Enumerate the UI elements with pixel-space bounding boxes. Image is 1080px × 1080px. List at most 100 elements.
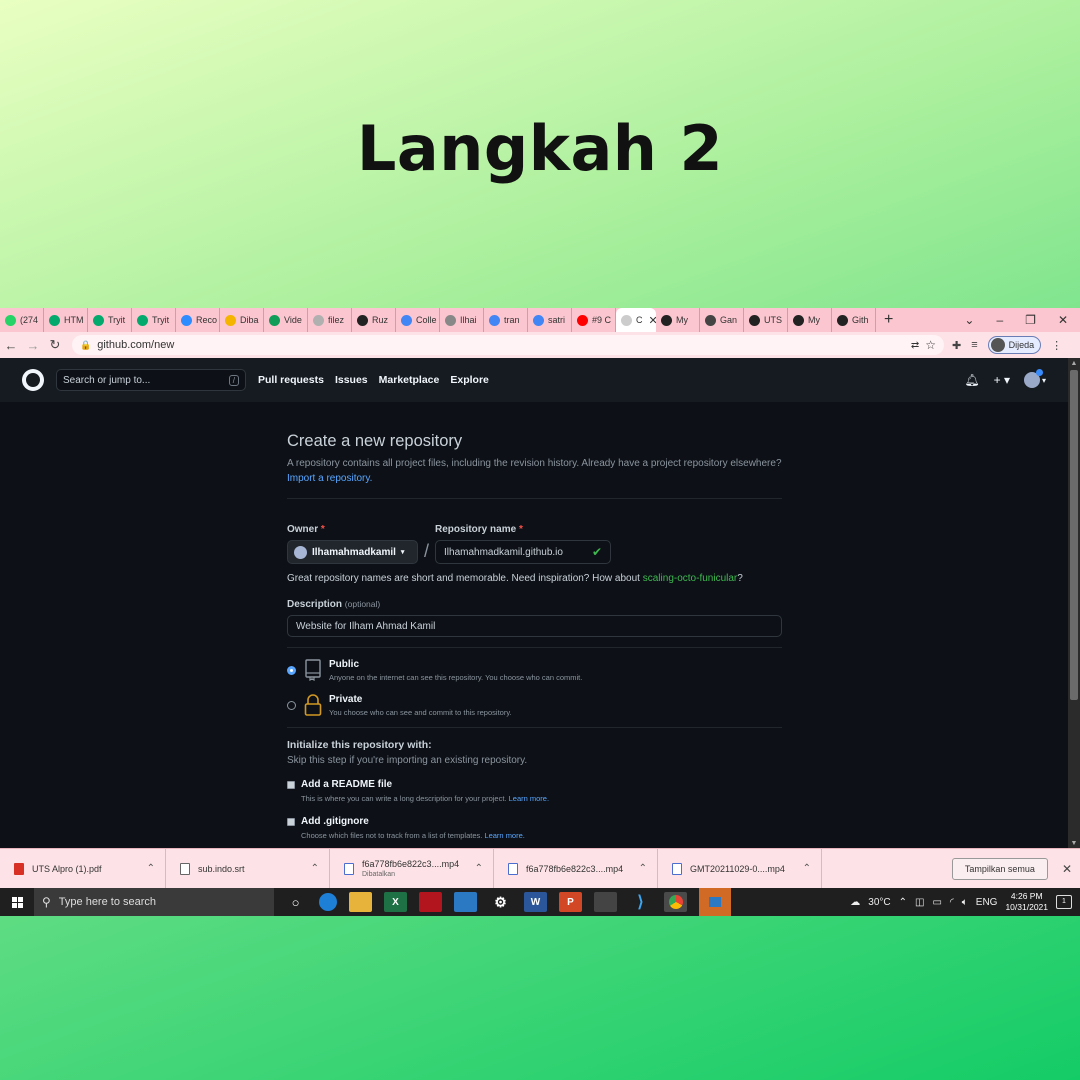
back-icon[interactable]: ← xyxy=(0,338,22,353)
chrome-icon[interactable] xyxy=(664,892,687,912)
wifi-icon[interactable]: ◜ xyxy=(950,897,954,908)
browser-tab[interactable]: (274 xyxy=(0,308,44,332)
private-radio[interactable] xyxy=(287,701,296,710)
browser-tab[interactable]: Ilhai xyxy=(440,308,484,332)
app-icon[interactable] xyxy=(594,892,617,912)
nav-marketplace[interactable]: Marketplace xyxy=(379,374,440,386)
browser-tab[interactable]: Colle xyxy=(396,308,440,332)
weather-icon[interactable]: ☁ xyxy=(850,897,860,908)
browser-tab[interactable]: My xyxy=(656,308,700,332)
word-icon[interactable]: W xyxy=(524,892,547,912)
weather-text[interactable]: 30°C xyxy=(868,897,890,908)
browser-tab[interactable]: filez xyxy=(308,308,352,332)
task-view-icon[interactable]: ○ xyxy=(284,892,307,912)
visibility-public-option[interactable]: Public Anyone on the internet can see th… xyxy=(287,659,782,682)
edge-icon[interactable] xyxy=(319,893,337,911)
chevron-up-icon[interactable]: ⌃ xyxy=(311,863,319,874)
owner-select[interactable]: Ilhamahmadkamil ▾ xyxy=(287,540,418,564)
download-item[interactable]: sub.indo.srt ⌃ xyxy=(166,848,330,889)
readme-learn-more-link[interactable]: Learn more. xyxy=(509,794,549,803)
notification-icon[interactable]: 1 xyxy=(1056,895,1072,909)
repository-name-input[interactable]: Ilhamahmadkamil.github.io ✔ xyxy=(435,540,612,564)
browser-tab[interactable]: Diba xyxy=(220,308,264,332)
browser-tab[interactable]: Tryit xyxy=(132,308,176,332)
description-input[interactable]: Website for Ilham Ahmad Kamil xyxy=(287,615,782,637)
chevron-up-icon[interactable]: ⌃ xyxy=(639,863,647,874)
gitignore-option[interactable]: Add .gitignore Choose which files not to… xyxy=(287,816,782,840)
settings-icon[interactable]: ⚙ xyxy=(489,892,512,912)
readme-checkbox[interactable] xyxy=(287,781,295,789)
photos-icon[interactable] xyxy=(454,892,477,912)
browser-tab[interactable]: Reco xyxy=(176,308,220,332)
browser-tab[interactable]: Vide xyxy=(264,308,308,332)
suggested-name-link[interactable]: scaling-octo-funicular xyxy=(643,573,738,584)
browser-tab-label: UTS xyxy=(764,315,782,325)
browser-tab[interactable]: C ✕ xyxy=(616,308,656,332)
create-new-icon[interactable]: + ▾ xyxy=(994,373,1010,387)
browser-tab[interactable]: My xyxy=(788,308,832,332)
close-tab-icon[interactable]: ✕ xyxy=(649,314,657,327)
download-item[interactable]: GMT20211029-0....mp4 ⌃ xyxy=(658,848,822,889)
browser-tab[interactable]: HTM xyxy=(44,308,88,332)
browser-tab[interactable]: Gith xyxy=(832,308,876,332)
app-icon[interactable] xyxy=(419,892,442,912)
github-logo-icon[interactable] xyxy=(22,369,44,391)
excel-icon[interactable]: X xyxy=(384,892,407,912)
visibility-private-option[interactable]: Private You choose who can see and commi… xyxy=(287,694,782,717)
volume-icon[interactable]: 🔈︎ xyxy=(962,897,968,908)
page-scrollbar[interactable]: ▲ ▼ xyxy=(1068,358,1080,848)
download-item[interactable]: f6a778fb6e822c3....mp4 ⌃ xyxy=(494,848,658,889)
url-input[interactable]: 🔒 github.com/new ⇄ ☆ xyxy=(72,335,944,355)
battery-icon[interactable]: ▭ xyxy=(932,897,941,908)
download-item[interactable]: UTS Alpro (1).pdf ⌃ xyxy=(0,848,166,889)
close-window-icon[interactable]: ✕ xyxy=(1058,313,1068,327)
language-indicator[interactable]: ENG xyxy=(976,897,998,908)
profile-button[interactable]: Dijeda xyxy=(987,336,1042,354)
browser-tab[interactable]: Tryit xyxy=(88,308,132,332)
browser-tab[interactable]: satri xyxy=(528,308,572,332)
browser-tab[interactable]: tran xyxy=(484,308,528,332)
browser-tab[interactable]: #9 C xyxy=(572,308,616,332)
browser-tab-label: Tryit xyxy=(108,315,126,325)
clock[interactable]: 4:26 PM 10/31/2021 xyxy=(1005,891,1048,913)
bookmark-star-icon[interactable]: ☆ xyxy=(925,338,936,352)
vscode-icon[interactable]: ⟩ xyxy=(629,892,652,912)
download-item[interactable]: f6a778fb6e822c3....mp4 Dibatalkan ⌃ xyxy=(330,848,494,889)
public-radio[interactable] xyxy=(287,666,296,675)
taskbar-search-input[interactable]: ⚲ Type here to search xyxy=(34,888,274,916)
reading-list-icon[interactable]: ≡ xyxy=(971,339,977,351)
tab-search-icon[interactable]: ⌄ xyxy=(964,313,974,327)
close-icon[interactable]: ✕ xyxy=(1062,862,1072,876)
nav-explore[interactable]: Explore xyxy=(450,374,489,386)
user-menu[interactable]: ▾ xyxy=(1023,369,1046,388)
gitignore-learn-more-link[interactable]: Learn more. xyxy=(484,831,524,840)
chevron-up-icon[interactable]: ⌃ xyxy=(803,863,811,874)
nav-pull-requests[interactable]: Pull requests xyxy=(258,374,324,386)
browser-tab[interactable]: Ruz xyxy=(352,308,396,332)
start-button[interactable] xyxy=(0,896,34,908)
browser-tab[interactable]: Gan xyxy=(700,308,744,332)
chevron-up-icon[interactable]: ⌃ xyxy=(475,863,483,874)
menu-icon[interactable]: ⋮ xyxy=(1051,339,1062,352)
chevron-up-icon[interactable]: ⌃ xyxy=(147,863,155,874)
minimize-icon[interactable]: – xyxy=(996,313,1003,327)
translate-icon[interactable]: ⇄ xyxy=(911,340,919,351)
gitignore-checkbox[interactable] xyxy=(287,818,295,826)
remote-desktop-icon[interactable] xyxy=(699,888,731,916)
file-explorer-icon[interactable] xyxy=(349,892,372,912)
readme-option[interactable]: Add a README file This is where you can … xyxy=(287,779,782,803)
show-all-downloads-button[interactable]: Tampilkan semua xyxy=(951,857,1048,880)
bell-icon[interactable]: 🔔︎ xyxy=(964,373,979,387)
nav-issues[interactable]: Issues xyxy=(335,374,368,386)
browser-tab[interactable]: UTS xyxy=(744,308,788,332)
forward-icon[interactable]: → xyxy=(22,338,44,353)
network-icon[interactable]: ◫ xyxy=(915,897,924,908)
import-repository-link[interactable]: Import a repository. xyxy=(287,473,372,484)
extensions-icon[interactable]: ✚ xyxy=(952,339,961,352)
new-tab-button[interactable]: + xyxy=(884,311,893,329)
restore-icon[interactable]: ❐ xyxy=(1025,313,1036,327)
github-search-input[interactable]: Search or jump to... / xyxy=(56,369,246,391)
chevron-up-icon[interactable]: ⌃ xyxy=(899,897,907,908)
reload-icon[interactable]: ↻ xyxy=(44,337,66,353)
powerpoint-icon[interactable]: P xyxy=(559,892,582,912)
